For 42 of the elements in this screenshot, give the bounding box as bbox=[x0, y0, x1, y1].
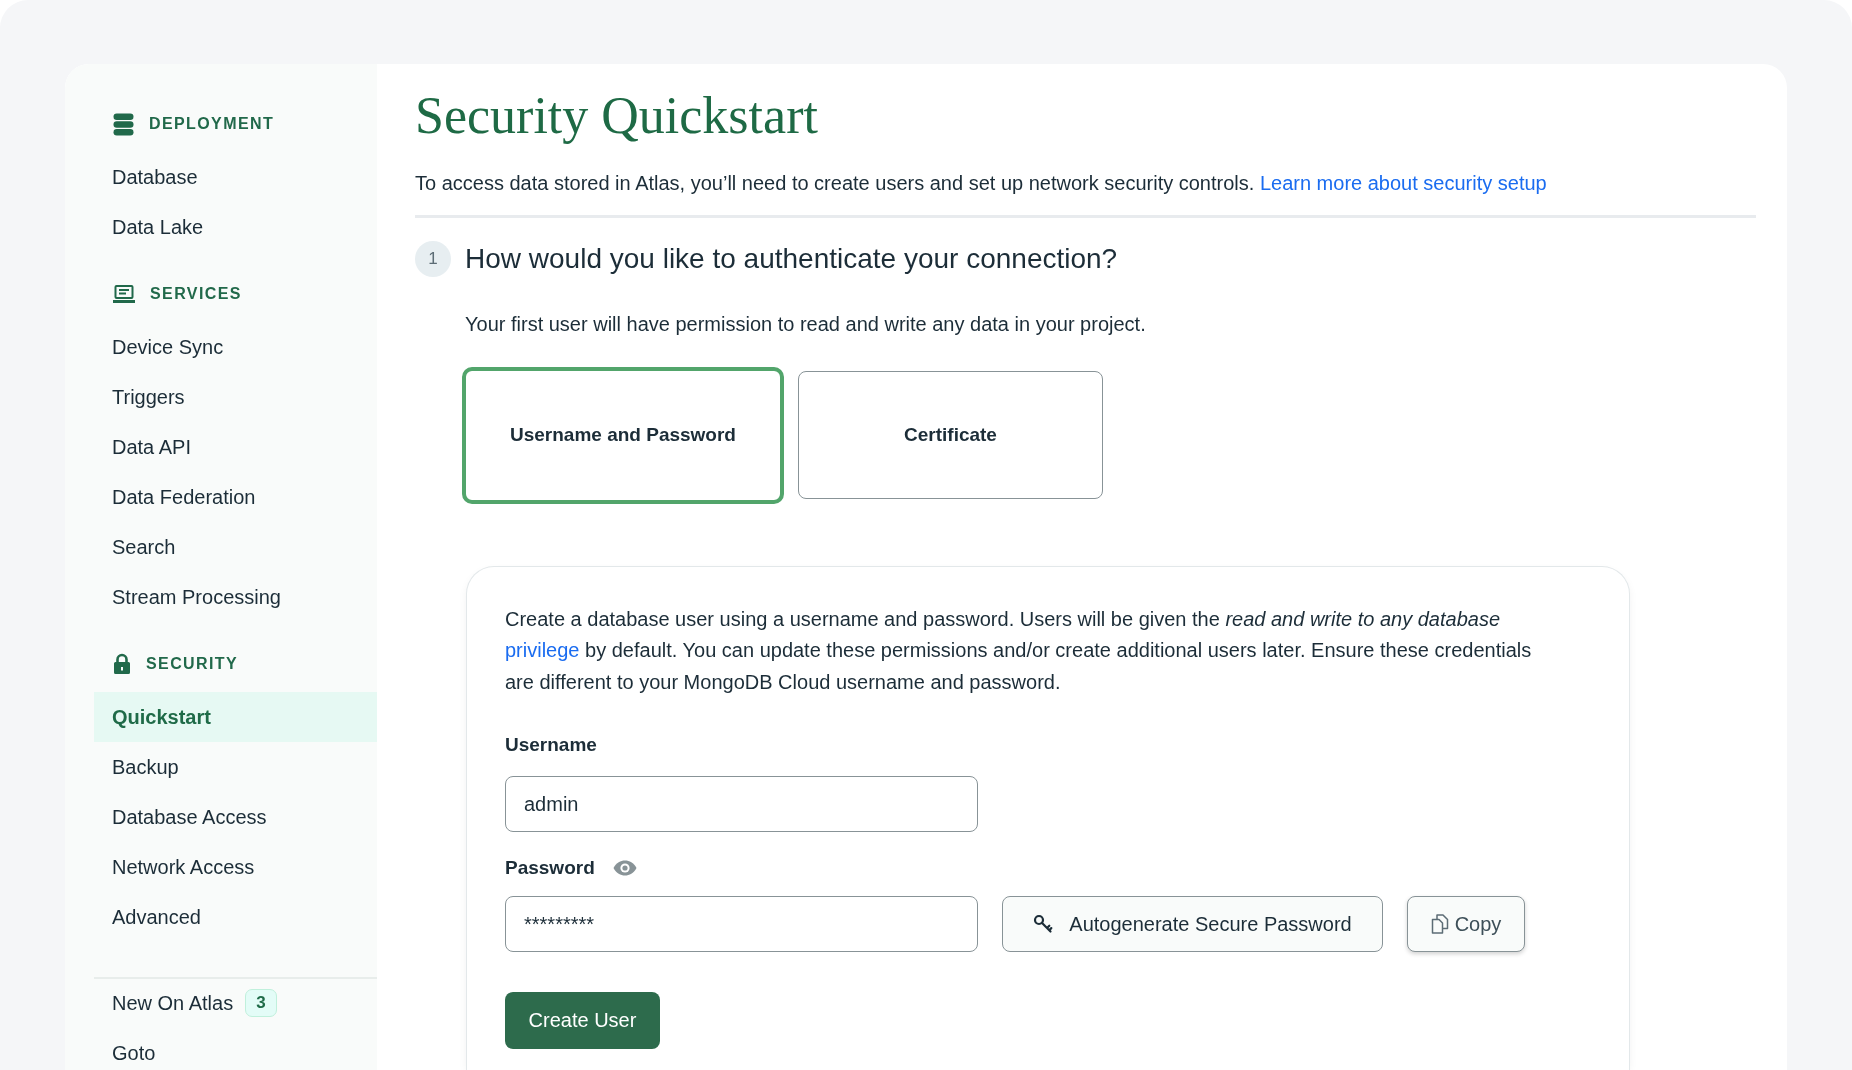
sidebar-link[interactable]: Database bbox=[94, 152, 377, 202]
sidebar-link[interactable]: Database Access bbox=[94, 792, 377, 842]
key-icon bbox=[1033, 914, 1054, 934]
step-number: 1 bbox=[415, 240, 451, 277]
copy-icon bbox=[1430, 914, 1449, 934]
sidebar-link[interactable]: Quickstart bbox=[94, 692, 377, 742]
password-field[interactable]: ********* bbox=[505, 896, 978, 952]
field-label: Username bbox=[505, 733, 597, 757]
auth-option-card[interactable]: Certificate bbox=[798, 371, 1103, 499]
section-heading: SECURITY bbox=[146, 655, 239, 673]
sidebar-link[interactable]: New On Atlas bbox=[112, 991, 234, 1015]
sidebar-link[interactable]: Network Access bbox=[94, 842, 377, 892]
section-heading: SERVICES bbox=[150, 285, 242, 303]
section-heading: DEPLOYMENT bbox=[149, 115, 275, 133]
sidebar-link[interactable]: Data API bbox=[94, 422, 377, 472]
database-icon bbox=[113, 112, 134, 136]
create-user-button[interactable]: Create User bbox=[505, 992, 660, 1049]
lock-icon bbox=[113, 653, 131, 675]
sidebar-link[interactable]: Advanced bbox=[94, 892, 377, 942]
learn-more-link[interactable]: Learn more about security setup bbox=[1259, 172, 1547, 194]
sidebar-link[interactable]: Search bbox=[94, 522, 377, 572]
eye-icon[interactable] bbox=[612, 860, 637, 876]
step-heading: How would you like to authenticate your connection? bbox=[465, 242, 1118, 275]
sidebar-link[interactable]: Stream Processing bbox=[94, 572, 377, 622]
laptop-icon bbox=[113, 284, 135, 304]
privilege-link[interactable]: privilege bbox=[505, 639, 580, 661]
copy-button[interactable]: Copy bbox=[1407, 896, 1525, 952]
field-label: Password bbox=[505, 856, 595, 880]
sidebar-link[interactable]: Data Federation bbox=[94, 472, 377, 522]
sidebar-link[interactable]: Device Sync bbox=[94, 322, 377, 372]
sidebar-link[interactable]: Triggers bbox=[94, 372, 377, 422]
page-title: Security Quickstart bbox=[415, 86, 818, 146]
form-description: Create a database user using a username and password. Users will be given the read and write to any database privilege by default. You can update these permissions and/or create additional users later. Ensure these credentials are different to your MongoDB Cloud username and password. bbox=[505, 606, 1533, 695]
username-field[interactable]: admin bbox=[505, 776, 978, 832]
sidebar-link[interactable]: Goto bbox=[112, 1041, 156, 1065]
sidebar-link[interactable]: Backup bbox=[94, 742, 377, 792]
step-note: Your first user will have permission to read and write any data in your project. bbox=[465, 311, 1147, 337]
count-badge: 3 bbox=[245, 989, 277, 1017]
sidebar-link[interactable]: Data Lake bbox=[94, 202, 377, 252]
autogenerate-button[interactable]: Autogenerate Secure Password bbox=[1002, 896, 1383, 952]
auth-option-card[interactable]: Username and Password bbox=[462, 366, 784, 504]
intro-text: To access data stored in Atlas, you’ll need to create users and set up network security controls. Learn more about security setup bbox=[415, 171, 1548, 196]
